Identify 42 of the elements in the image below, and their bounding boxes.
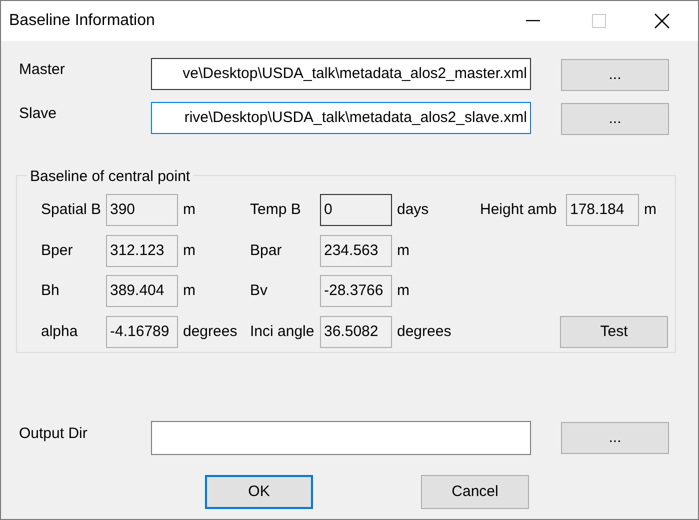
browse-button[interactable]: ... xyxy=(561,59,669,91)
param-field: 178.184 xyxy=(566,194,639,226)
field-label: Slave xyxy=(19,104,58,124)
browse-button[interactable]: ... xyxy=(561,103,669,135)
file-path-field[interactable]: rive\Desktop\USDA_talk\metadata_alos2_slave.xml xyxy=(151,102,531,134)
ok-button[interactable]: OK xyxy=(205,475,313,509)
param-label: Temp B xyxy=(250,200,302,220)
field-label: Output Dir xyxy=(19,424,88,444)
cancel-button[interactable]: Cancel xyxy=(421,475,529,509)
param-label: Spatial B xyxy=(41,200,102,220)
unit-label: degrees xyxy=(397,322,452,342)
output-dir-field[interactable] xyxy=(151,421,531,455)
unit-label: m xyxy=(644,200,656,220)
param-field: 312.123 xyxy=(106,234,178,267)
param-label: Height amb xyxy=(480,200,558,220)
param-label: Bpar xyxy=(250,240,283,260)
param-field: -4.16789 xyxy=(106,316,178,348)
browse-button[interactable]: ... xyxy=(561,422,669,454)
unit-label: m xyxy=(183,240,196,260)
close-icon[interactable] xyxy=(654,13,670,29)
param-field: 0 xyxy=(320,194,392,226)
param-field: -28.3766 xyxy=(320,275,392,308)
param-label: Bv xyxy=(250,281,269,301)
file-path-field[interactable]: ve\Desktop\USDA_talk\metadata_alos2_master.xml xyxy=(151,58,531,90)
param-label: Inci angle xyxy=(250,322,316,342)
param-field: 234.563 xyxy=(320,234,392,267)
test-button[interactable]: Test xyxy=(560,316,668,348)
window-title: Baseline Information xyxy=(9,11,155,31)
unit-label: m xyxy=(183,200,196,220)
unit-label: days xyxy=(397,200,430,220)
field-label: Master xyxy=(19,60,66,80)
unit-label: m xyxy=(183,281,196,301)
param-label: Bh xyxy=(41,281,60,301)
param-field: 389.404 xyxy=(106,275,178,308)
param-field: 390 xyxy=(106,194,178,226)
param-field: 36.5082 xyxy=(320,316,392,348)
unit-label: m xyxy=(397,240,410,260)
param-label: alpha xyxy=(41,322,79,342)
unit-label: m xyxy=(397,281,410,301)
unit-label: degrees xyxy=(183,322,238,342)
param-label: Bper xyxy=(41,240,74,260)
minimize-icon[interactable] xyxy=(526,20,540,22)
